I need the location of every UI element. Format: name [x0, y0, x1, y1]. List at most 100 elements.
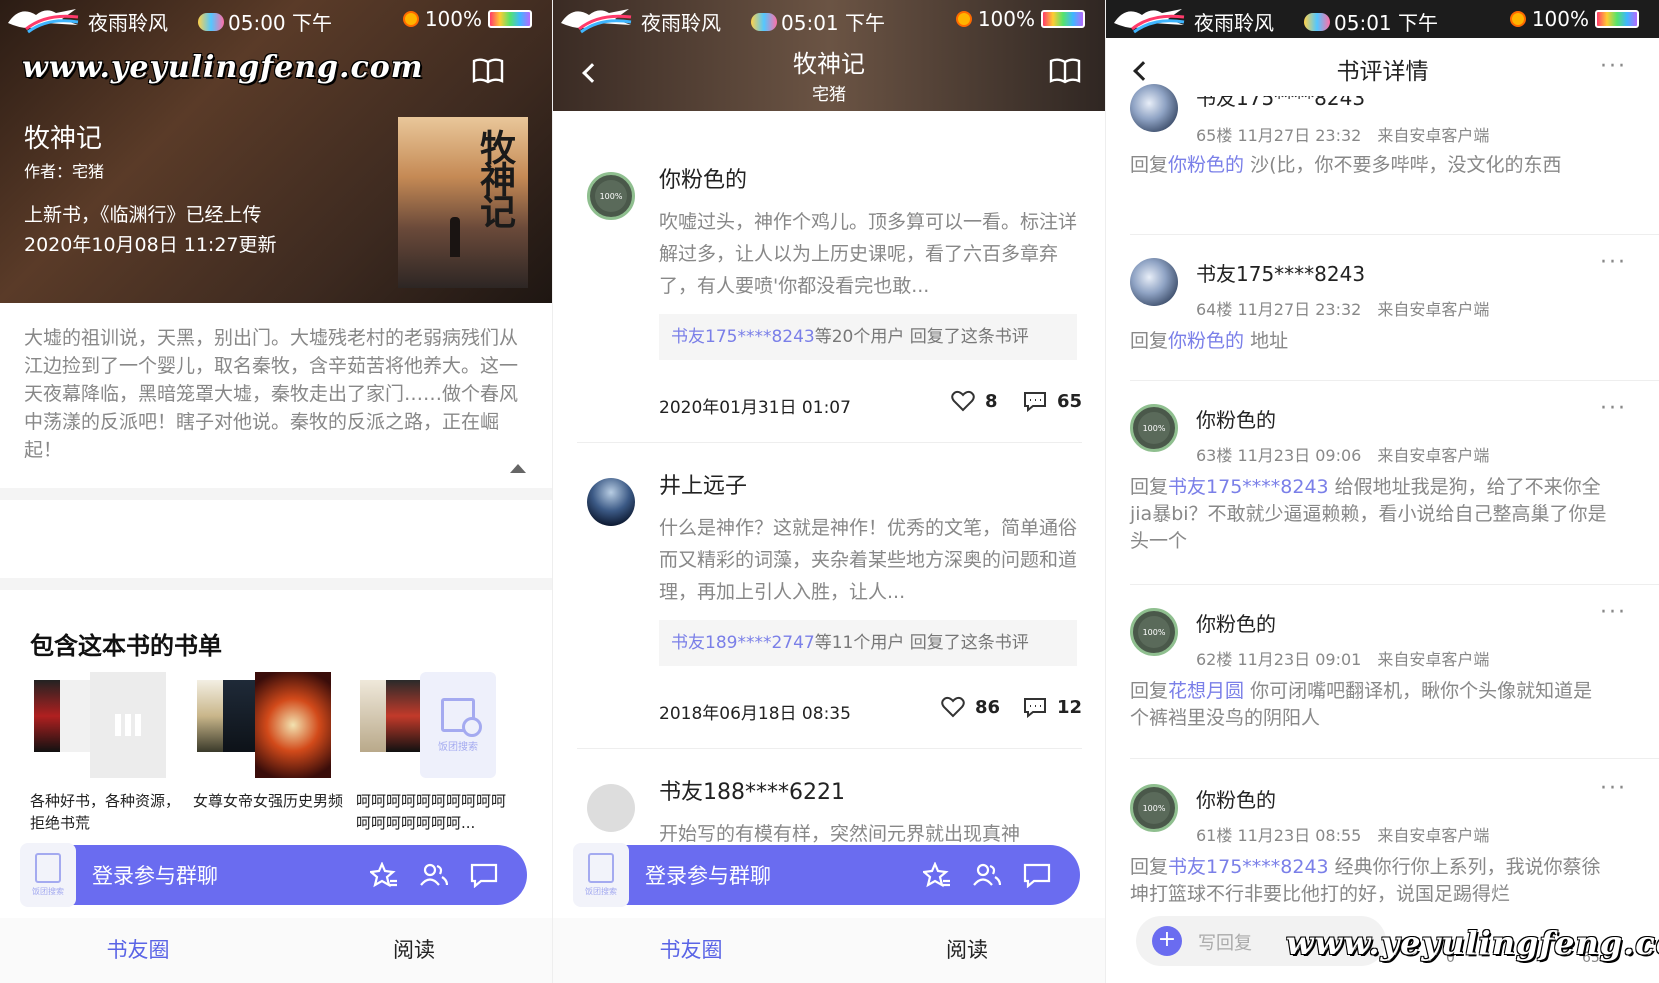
booklist-card[interactable]: 饭团搜索 呵呵呵呵呵呵呵呵呵呵呵呵呵呵呵呵呵... [356, 670, 506, 834]
avatar[interactable] [587, 478, 635, 526]
more-icon[interactable]: ··· [1600, 396, 1627, 421]
commenter-name[interactable]: 你粉色的 [1196, 404, 1276, 433]
book-synopsis[interactable]: 大墟的祖训说，天黑，别出门。大墟残老村的老弱病残们从江边捡到了一个婴儿，取名秦牧… [24, 324, 529, 464]
reviewer-name[interactable]: 井上远子 [659, 468, 747, 500]
tuan-search-icon [588, 853, 614, 883]
comment-item[interactable]: 100% 你粉色的 ··· 61楼 11月23日 08:55 来自安卓客户端 回复… [1106, 782, 1659, 908]
group-chat-bar[interactable]: 饭团搜索 登录参与群聊 [20, 843, 527, 907]
reply-target[interactable]: 书友175****8243 [1168, 476, 1329, 498]
sun-icon [1509, 11, 1526, 27]
tuan-search-button[interactable]: 饭团搜索 [573, 843, 629, 907]
weather-icon [1304, 12, 1330, 31]
commenter-name[interactable]: 书友175****8243 [1196, 96, 1365, 111]
reply-user[interactable]: 书友175****8243 [671, 327, 815, 347]
tab-book-circle[interactable]: 书友圈 [553, 918, 829, 983]
comment-text[interactable]: 回复书友175****8243 经典你行你上系列，我说你蔡徐坤打篮球不行非要比他… [1130, 854, 1608, 908]
group-users-icon[interactable] [973, 862, 1001, 888]
reply-body: 地址 [1244, 330, 1289, 352]
reply-summary[interactable]: 书友189****2747等11个用户 回复了这条书评 [659, 620, 1077, 666]
reply-target[interactable]: 花想月圆 [1168, 680, 1244, 702]
comment-text[interactable]: 回复书友175****8243 给假地址我是狗，给了不来你全jia暴bi？不敢就… [1130, 474, 1608, 555]
reply-summary[interactable]: 书友175****8243等20个用户 回复了这条书评 [659, 314, 1077, 360]
commenter-name[interactable]: 书友175****8243 [1196, 258, 1365, 287]
review-text[interactable]: 开始写的有模有样，突然间元界就出现真神 [659, 818, 1077, 848]
reply-target[interactable]: 你粉色的 [1168, 154, 1244, 176]
tuan-search-button[interactable]: 饭团搜索 [20, 843, 76, 907]
more-icon[interactable]: ··· [1600, 782, 1627, 801]
star-add-icon[interactable] [923, 862, 951, 888]
divider [1130, 234, 1659, 235]
group-chat-bar[interactable]: 饭团搜索 登录参与群聊 [573, 843, 1080, 907]
open-book-icon[interactable] [472, 58, 504, 84]
heart-icon[interactable] [941, 696, 965, 718]
battery-percent: 100% [977, 7, 1035, 31]
reply-user[interactable]: 书友189****2747 [671, 633, 815, 653]
comment-text[interactable]: 回复花想月圆 你可闭嘴吧翻译机，瞅你个头像就知道是个裤裆里没鸟的阴阳人 [1130, 678, 1608, 732]
avatar[interactable] [1130, 258, 1178, 306]
tab-read[interactable]: 阅读 [276, 918, 552, 983]
avatar[interactable]: 100% [587, 172, 635, 220]
app-logo-icon [561, 9, 632, 34]
star-add-icon[interactable] [370, 862, 398, 888]
commenter-name[interactable]: 你粉色的 [1196, 784, 1276, 813]
divider [577, 442, 1082, 443]
reply-target[interactable]: 你粉色的 [1168, 330, 1244, 352]
avatar[interactable]: 100% [1130, 404, 1178, 452]
watermark: www.yeyulingfeng.com [1286, 924, 1659, 962]
avatar[interactable]: 100% [1130, 784, 1178, 832]
message-icon[interactable] [470, 862, 498, 888]
page-subtitle: 宅猪 [812, 85, 846, 105]
status-bar: 夜雨聆风 05:01 下午 100% [553, 0, 1105, 38]
avatar[interactable] [587, 784, 635, 832]
battery-icon [1041, 10, 1085, 28]
booklist-card[interactable]: 女尊女帝女强历史男频 [193, 670, 343, 812]
booklist-card[interactable]: 各种好书，各种资源，拒绝书荒 [30, 670, 180, 834]
login-chat-label[interactable]: 登录参与群聊 [92, 860, 218, 890]
book-author[interactable]: 作者：宅猪 [24, 158, 104, 182]
comment-text[interactable]: 回复你粉色的 地址 [1130, 328, 1608, 355]
more-icon[interactable]: ··· [1600, 250, 1627, 275]
reply-prefix: 回复 [1130, 680, 1169, 702]
avatar[interactable]: 100% [1130, 608, 1178, 656]
like-count: 8 [985, 390, 998, 412]
more-icon[interactable]: ··· [1600, 600, 1627, 625]
comment-source: 来自安卓客户端 [1377, 826, 1490, 845]
booklists-title: 包含这本书的书单 [30, 632, 222, 660]
tab-book-circle[interactable]: 书友圈 [0, 918, 276, 983]
comment-icon[interactable] [1023, 390, 1047, 412]
avatar[interactable] [1130, 84, 1178, 132]
more-icon[interactable]: ··· [1600, 54, 1627, 79]
reviewer-name[interactable]: 书友188****6221 [659, 774, 845, 806]
sun-icon [955, 11, 972, 27]
app-logo-icon [8, 9, 79, 34]
comment-icon[interactable] [1023, 696, 1047, 718]
review-text[interactable]: 吹嘘过头，神作个鸡儿。顶多算可以一看。标注详解过多，让人以为上历史课呢，看了六百… [659, 206, 1077, 302]
message-icon[interactable] [1023, 862, 1051, 888]
battery-icon [1595, 10, 1639, 28]
reviewer-name[interactable]: 你粉色的 [659, 162, 747, 194]
collapse-caret-icon[interactable] [510, 464, 526, 473]
comment-source: 来自安卓客户端 [1377, 446, 1490, 465]
section-divider [0, 488, 552, 500]
app-logo-icon [1114, 9, 1185, 34]
login-chat-label[interactable]: 登录参与群聊 [645, 860, 771, 890]
comment-text[interactable]: 回复你粉色的 沙(比，你不要多哔哔，没文化的东西 [1130, 152, 1608, 179]
heart-icon[interactable] [951, 390, 975, 412]
book-update-date: 2020年10月08日 11:27更新 [24, 234, 277, 256]
review-date: 2020年01月31日 01:07 [659, 398, 851, 418]
group-users-icon[interactable] [420, 862, 448, 888]
booklist-caption: 呵呵呵呵呵呵呵呵呵呵呵呵呵呵呵呵呵... [356, 792, 507, 832]
watermark: www.yeyulingfeng.com [22, 50, 424, 85]
tab-read[interactable]: 阅读 [829, 918, 1105, 983]
status-bar: 夜雨聆风 05:00 下午 100% [0, 0, 552, 38]
reply-prefix: 回复 [1130, 476, 1169, 498]
add-icon[interactable]: + [1152, 926, 1182, 956]
commenter-name[interactable]: 你粉色的 [1196, 608, 1276, 637]
comment-floor-time: 65楼 11月27日 23:32 [1196, 126, 1362, 145]
open-book-icon[interactable] [1049, 58, 1081, 84]
book-cover[interactable]: 牧神记 [398, 117, 528, 288]
review-text[interactable]: 什么是神作？这就是神作！优秀的文笔，简单通俗而又精彩的词藻，夹杂着某些地方深奥的… [659, 512, 1077, 608]
comment-floor-time: 62楼 11月23日 09:01 [1196, 650, 1362, 669]
book-reviews-screen: 夜雨聆风 05:01 下午 100% 牧神记 宅猪 100% 你粉色的 吹嘘过头… [552, 0, 1105, 983]
reply-target[interactable]: 书友175****8243 [1168, 856, 1329, 878]
